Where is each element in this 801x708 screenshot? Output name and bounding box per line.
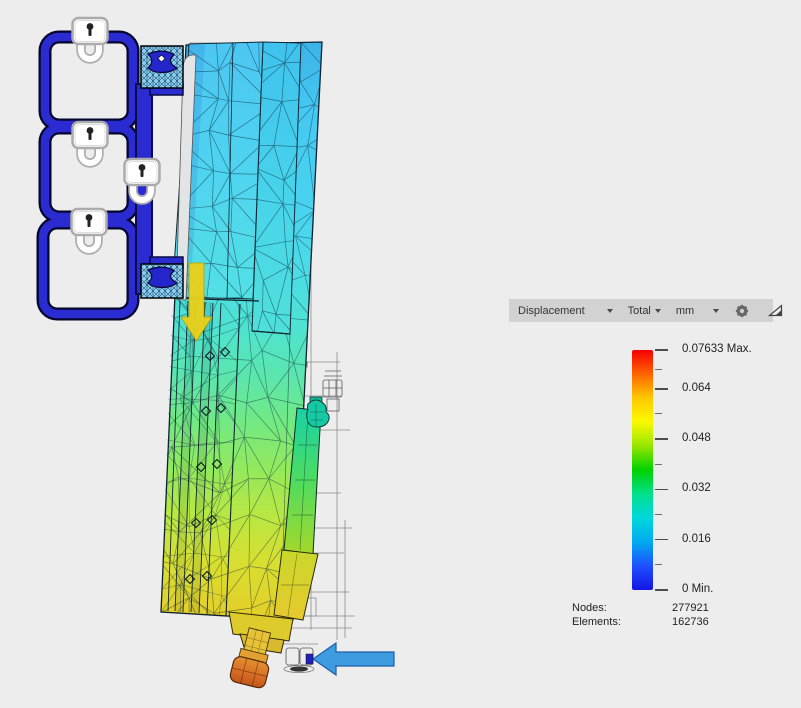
legend-minor-tick [655, 368, 662, 370]
gear-icon[interactable] [734, 303, 750, 319]
unit-dropdown[interactable]: mm [676, 305, 694, 317]
legend-tick-label: 0 Min. [682, 583, 714, 595]
legend-minor-tick [655, 463, 662, 465]
fea-model [160, 41, 330, 689]
elements-label: Elements: [572, 615, 621, 628]
lock-icon [72, 209, 107, 250]
results-toolbar: Displacement Total mm [509, 299, 783, 322]
chevron-down-icon[interactable] [654, 309, 661, 316]
elements-value: 162736 [672, 615, 709, 628]
side-bolt [306, 396, 330, 428]
legend-tick-label: 0.048 [682, 432, 711, 445]
gasket-bracket-bottom [140, 263, 184, 299]
fea-results-viewport[interactable]: Displacement Total mm 0.07633 Max. 0.064 0… [0, 0, 801, 708]
chevron-down-icon[interactable] [606, 309, 613, 316]
nodes-value: 277921 [672, 602, 709, 614]
chevron-down-icon[interactable] [713, 309, 720, 316]
legend-minor-tick [655, 564, 662, 566]
component-dropdown[interactable]: Total [628, 305, 651, 317]
legend-tick-label: 0.032 [682, 482, 711, 495]
result-legend: 0.07633 Max. 0.064 0.048 0.032 0.016 0 Min. [632, 343, 801, 595]
legend-color-bar [632, 350, 653, 590]
lock-icon [73, 18, 108, 59]
legend-minor-tick [655, 514, 662, 516]
legend-tick-label: 0.016 [682, 532, 711, 545]
result-type-dropdown[interactable]: Displacement [518, 305, 585, 317]
lock-icon [73, 122, 108, 163]
legend-tick [655, 538, 668, 541]
legend-tick [655, 589, 668, 591]
legend-tick-label: 0.07633 Max. [682, 343, 752, 355]
nodes-label: Nodes: [572, 602, 607, 614]
legend-tick [655, 388, 668, 390]
bottom-bolt-assembly [228, 611, 294, 689]
constraint-frame [36, 18, 197, 321]
legend-tick [655, 438, 668, 440]
force-arrow-left [305, 641, 395, 677]
gasket-bracket-top [140, 45, 184, 89]
legend-triangle-icon[interactable] [767, 303, 784, 318]
legend-minor-tick [655, 413, 662, 415]
legend-tick-label: 0.064 [682, 381, 711, 394]
mesh-statistics: Nodes: 277921 Elements: 162736 [572, 602, 732, 629]
legend-tick [655, 349, 668, 351]
legend-tick [655, 488, 668, 491]
